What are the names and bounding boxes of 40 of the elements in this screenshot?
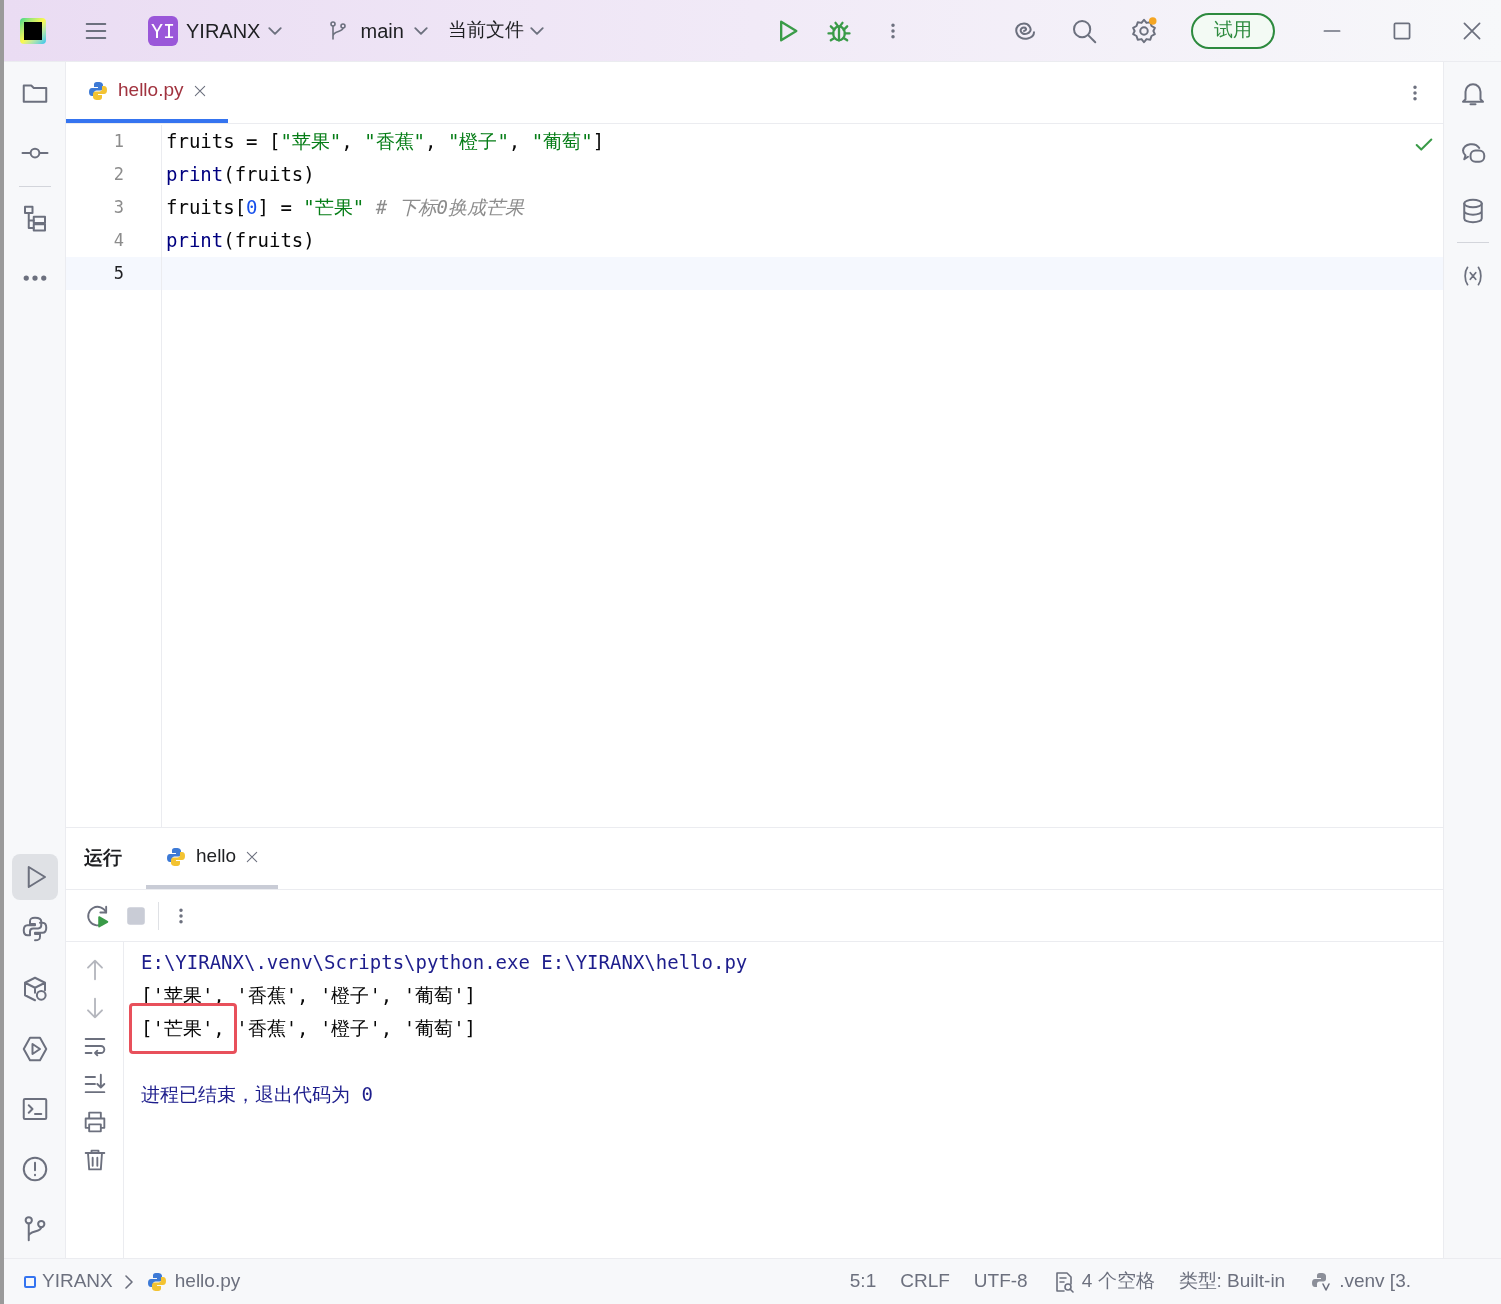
branch-selector[interactable]: main [326, 15, 428, 46]
line-number: 2 [112, 162, 124, 186]
line-number: 3 [112, 195, 124, 219]
breadcrumb[interactable]: hello.py [144, 1267, 241, 1296]
code-line: print(fruits) [165, 228, 315, 254]
run-config-name: 当前文件 [447, 18, 524, 43]
highlighted-output-text: ['芒果', [129, 1003, 237, 1054]
chevron-down-icon [529, 26, 544, 35]
app-logo-icon [20, 17, 46, 44]
project-selector[interactable]: YI YIRANX [144, 11, 287, 50]
status-item[interactable]: CRLF [900, 1267, 950, 1296]
line-number: 1 [112, 129, 124, 153]
output-text: E:\YIRANX\.venv\Scripts\python.exe E:\YIRANX\hello.py [141, 950, 748, 976]
breadcrumb[interactable]: YIRANX [24, 1267, 113, 1296]
chevron-down-icon [268, 26, 283, 35]
run-icon[interactable] [11, 854, 58, 900]
status-item[interactable]: .venv [3. [1309, 1267, 1411, 1296]
code-line: print(fruits) [165, 162, 315, 188]
status-item[interactable]: 5:1 [849, 1267, 877, 1296]
status-item[interactable]: 4 个空格 [1051, 1267, 1155, 1296]
chevron-down-icon [413, 26, 428, 35]
line-number: 5 [112, 261, 124, 285]
branch-name: main [360, 18, 404, 44]
project-badge: YI [148, 15, 178, 46]
output-text: '香蕉', '橙子', '葡萄'] [235, 1016, 477, 1042]
project-icon [24, 1275, 36, 1288]
panel-title: 运行 [84, 846, 122, 871]
project-name: YIRANX [186, 18, 261, 44]
status-item[interactable]: 类型: Built-in [1178, 1267, 1286, 1296]
chevron-right-icon [124, 1274, 133, 1289]
code-line: fruits = ["苹果", "香蕉", "橙子", "葡萄"] [165, 129, 605, 155]
settings-icon[interactable] [1129, 15, 1159, 46]
line-number: 4 [112, 228, 124, 252]
editor-tab[interactable]: hello.py [66, 62, 228, 123]
output-text: 进程已结束，退出代码为 0 [141, 1082, 373, 1108]
trial-button[interactable]: 试用 [1191, 12, 1275, 49]
code-line: fruits[0] = "芒果" # 下标0换成芒果 [165, 195, 524, 221]
run-config-selector[interactable]: 当前文件 [447, 16, 544, 45]
run-tab[interactable]: hello [146, 828, 279, 889]
status-item[interactable]: UTF-8 [973, 1267, 1028, 1296]
